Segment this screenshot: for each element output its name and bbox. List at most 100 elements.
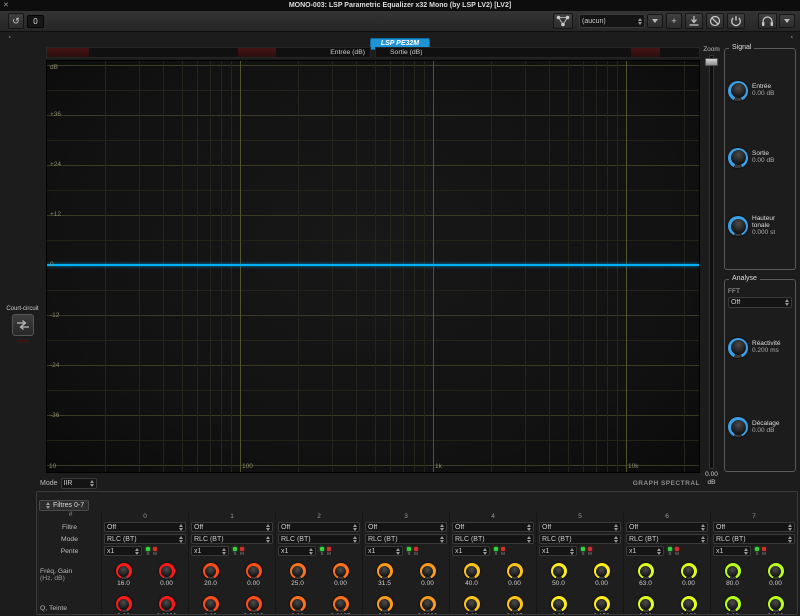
- filter-mode-select[interactable]: RLC (BT): [539, 534, 621, 544]
- q-knob[interactable]: [115, 596, 132, 612]
- filter-mode-select[interactable]: RLC (BT): [278, 534, 360, 544]
- q-knob[interactable]: [550, 596, 567, 612]
- headphones-icon: [762, 16, 773, 26]
- hue-knob[interactable]: [245, 596, 262, 612]
- listen-button[interactable]: [758, 13, 777, 29]
- row-label-q-hue: Q, Teinte: [40, 604, 68, 612]
- filter-mode-select[interactable]: RLC (BT): [365, 534, 447, 544]
- q-knob[interactable]: [463, 596, 480, 612]
- freq-knob[interactable]: [376, 563, 393, 579]
- filter-slope-select[interactable]: x1: [278, 546, 316, 556]
- freq-knob[interactable]: [637, 563, 654, 579]
- freq-knob[interactable]: [289, 563, 306, 579]
- fft-select[interactable]: Off: [728, 297, 792, 308]
- hue-value: 0.0938: [418, 613, 438, 614]
- filter-column: 4 Off RLC (BT) x1 S M 40.0 0.00: [449, 511, 536, 614]
- spinner-icon: [179, 523, 183, 531]
- reset-button[interactable]: ↺: [8, 13, 24, 29]
- import-button[interactable]: [685, 13, 703, 29]
- freq-value: 25.0: [291, 580, 304, 587]
- graph-footer: Mode IIR GRAPH SPECTRAL: [40, 477, 700, 490]
- filter-mode-select[interactable]: RLC (BT): [191, 534, 273, 544]
- gain-knob[interactable]: [158, 563, 175, 579]
- filter-slope-select[interactable]: x1: [191, 546, 229, 556]
- signal-knob[interactable]: [728, 147, 748, 168]
- freq-knob[interactable]: [202, 563, 219, 579]
- filter-type-select[interactable]: Off: [191, 522, 273, 532]
- signal-knob-group: Entrée 0.00 dB: [728, 80, 792, 101]
- import-icon: [689, 16, 699, 26]
- filter-slope-select[interactable]: x1: [452, 546, 490, 556]
- hue-knob[interactable]: [419, 596, 436, 612]
- zoom-handle[interactable]: [705, 58, 718, 66]
- filter-slope-select[interactable]: x1: [539, 546, 577, 556]
- filter-type-select[interactable]: Off: [626, 522, 708, 532]
- filter-type-select[interactable]: Off: [104, 522, 186, 532]
- routing-button[interactable]: [553, 13, 573, 29]
- gain-knob[interactable]: [767, 563, 784, 579]
- mode-select[interactable]: IIR: [60, 478, 97, 489]
- gain-knob[interactable]: [419, 563, 436, 579]
- eq-graph[interactable]: dB +36 +24 +12 0 -12 -24 -36 10 100 1k 10k: [46, 60, 700, 473]
- hue-knob[interactable]: [506, 596, 523, 612]
- db-tick-label: -36: [50, 411, 60, 419]
- hue-knob[interactable]: [680, 596, 697, 612]
- freq-knob[interactable]: [550, 563, 567, 579]
- analysis-knob[interactable]: [728, 337, 748, 358]
- filter-slope-select[interactable]: x1: [626, 546, 664, 556]
- q-knob[interactable]: [202, 596, 219, 612]
- q-value: 0.00: [117, 613, 130, 614]
- plugin-toolbar: ↺ 0 (aucun) +: [0, 11, 800, 32]
- filter-slope-select[interactable]: x1: [365, 546, 403, 556]
- freq-knob[interactable]: [724, 563, 741, 579]
- gain-value: 0.00: [508, 580, 521, 587]
- clear-button[interactable]: [706, 13, 724, 29]
- hue-knob[interactable]: [158, 596, 175, 612]
- power-button[interactable]: [727, 13, 745, 29]
- filter-type-select[interactable]: Off: [713, 522, 795, 532]
- zoom-track[interactable]: [705, 55, 718, 469]
- close-icon[interactable]: ✕: [3, 1, 9, 9]
- gain-knob[interactable]: [680, 563, 697, 579]
- q-knob[interactable]: [724, 596, 741, 612]
- filter-slope-select[interactable]: x1: [713, 546, 751, 556]
- eq-curve[interactable]: [47, 264, 699, 266]
- preset-select[interactable]: (aucun): [579, 14, 645, 28]
- signal-knob[interactable]: [728, 80, 748, 101]
- add-preset-button[interactable]: +: [666, 13, 682, 29]
- analysis-knob[interactable]: [728, 417, 748, 438]
- gain-knob[interactable]: [593, 563, 610, 579]
- gain-value: 0.00: [682, 580, 695, 587]
- q-knob[interactable]: [376, 596, 393, 612]
- filter-type-select[interactable]: Off: [365, 522, 447, 532]
- q-knob[interactable]: [637, 596, 654, 612]
- filter-mode-select[interactable]: RLC (BT): [626, 534, 708, 544]
- q-knob[interactable]: [289, 596, 306, 612]
- listen-menu-button[interactable]: [779, 14, 795, 28]
- filter-type-select[interactable]: Off: [539, 522, 621, 532]
- gain-knob[interactable]: [506, 563, 523, 579]
- knob-label: Sortie: [752, 150, 769, 158]
- spinner-icon: [701, 523, 705, 531]
- filter-mode-select[interactable]: RLC (BT): [104, 534, 186, 544]
- hue-knob[interactable]: [593, 596, 610, 612]
- hue-knob[interactable]: [767, 596, 784, 612]
- filter-mode-select[interactable]: RLC (BT): [452, 534, 534, 544]
- filter-mode-select[interactable]: RLC (BT): [713, 534, 795, 544]
- db-tick-label: -24: [50, 361, 60, 369]
- filters-tab[interactable]: Filtres 0-7: [39, 500, 90, 511]
- gain-knob[interactable]: [245, 563, 262, 579]
- hue-knob[interactable]: [332, 596, 349, 612]
- freq-knob[interactable]: [463, 563, 480, 579]
- signal-knob[interactable]: [728, 216, 748, 237]
- freq-knob[interactable]: [115, 563, 132, 579]
- filter-type-select[interactable]: Off: [452, 522, 534, 532]
- preset-menu-button[interactable]: [647, 14, 663, 28]
- window-title: MONO-003: LSP Parametric Equalizer x32 M…: [288, 2, 512, 9]
- analysis-panel: Analyse FFT Off Réactivité 0.200 ms Déca…: [724, 275, 796, 472]
- freq-tick-label: 10: [49, 463, 57, 470]
- bypass-button[interactable]: [11, 314, 34, 336]
- gain-knob[interactable]: [332, 563, 349, 579]
- filter-slope-select[interactable]: x1: [104, 546, 142, 556]
- filter-type-select[interactable]: Off: [278, 522, 360, 532]
